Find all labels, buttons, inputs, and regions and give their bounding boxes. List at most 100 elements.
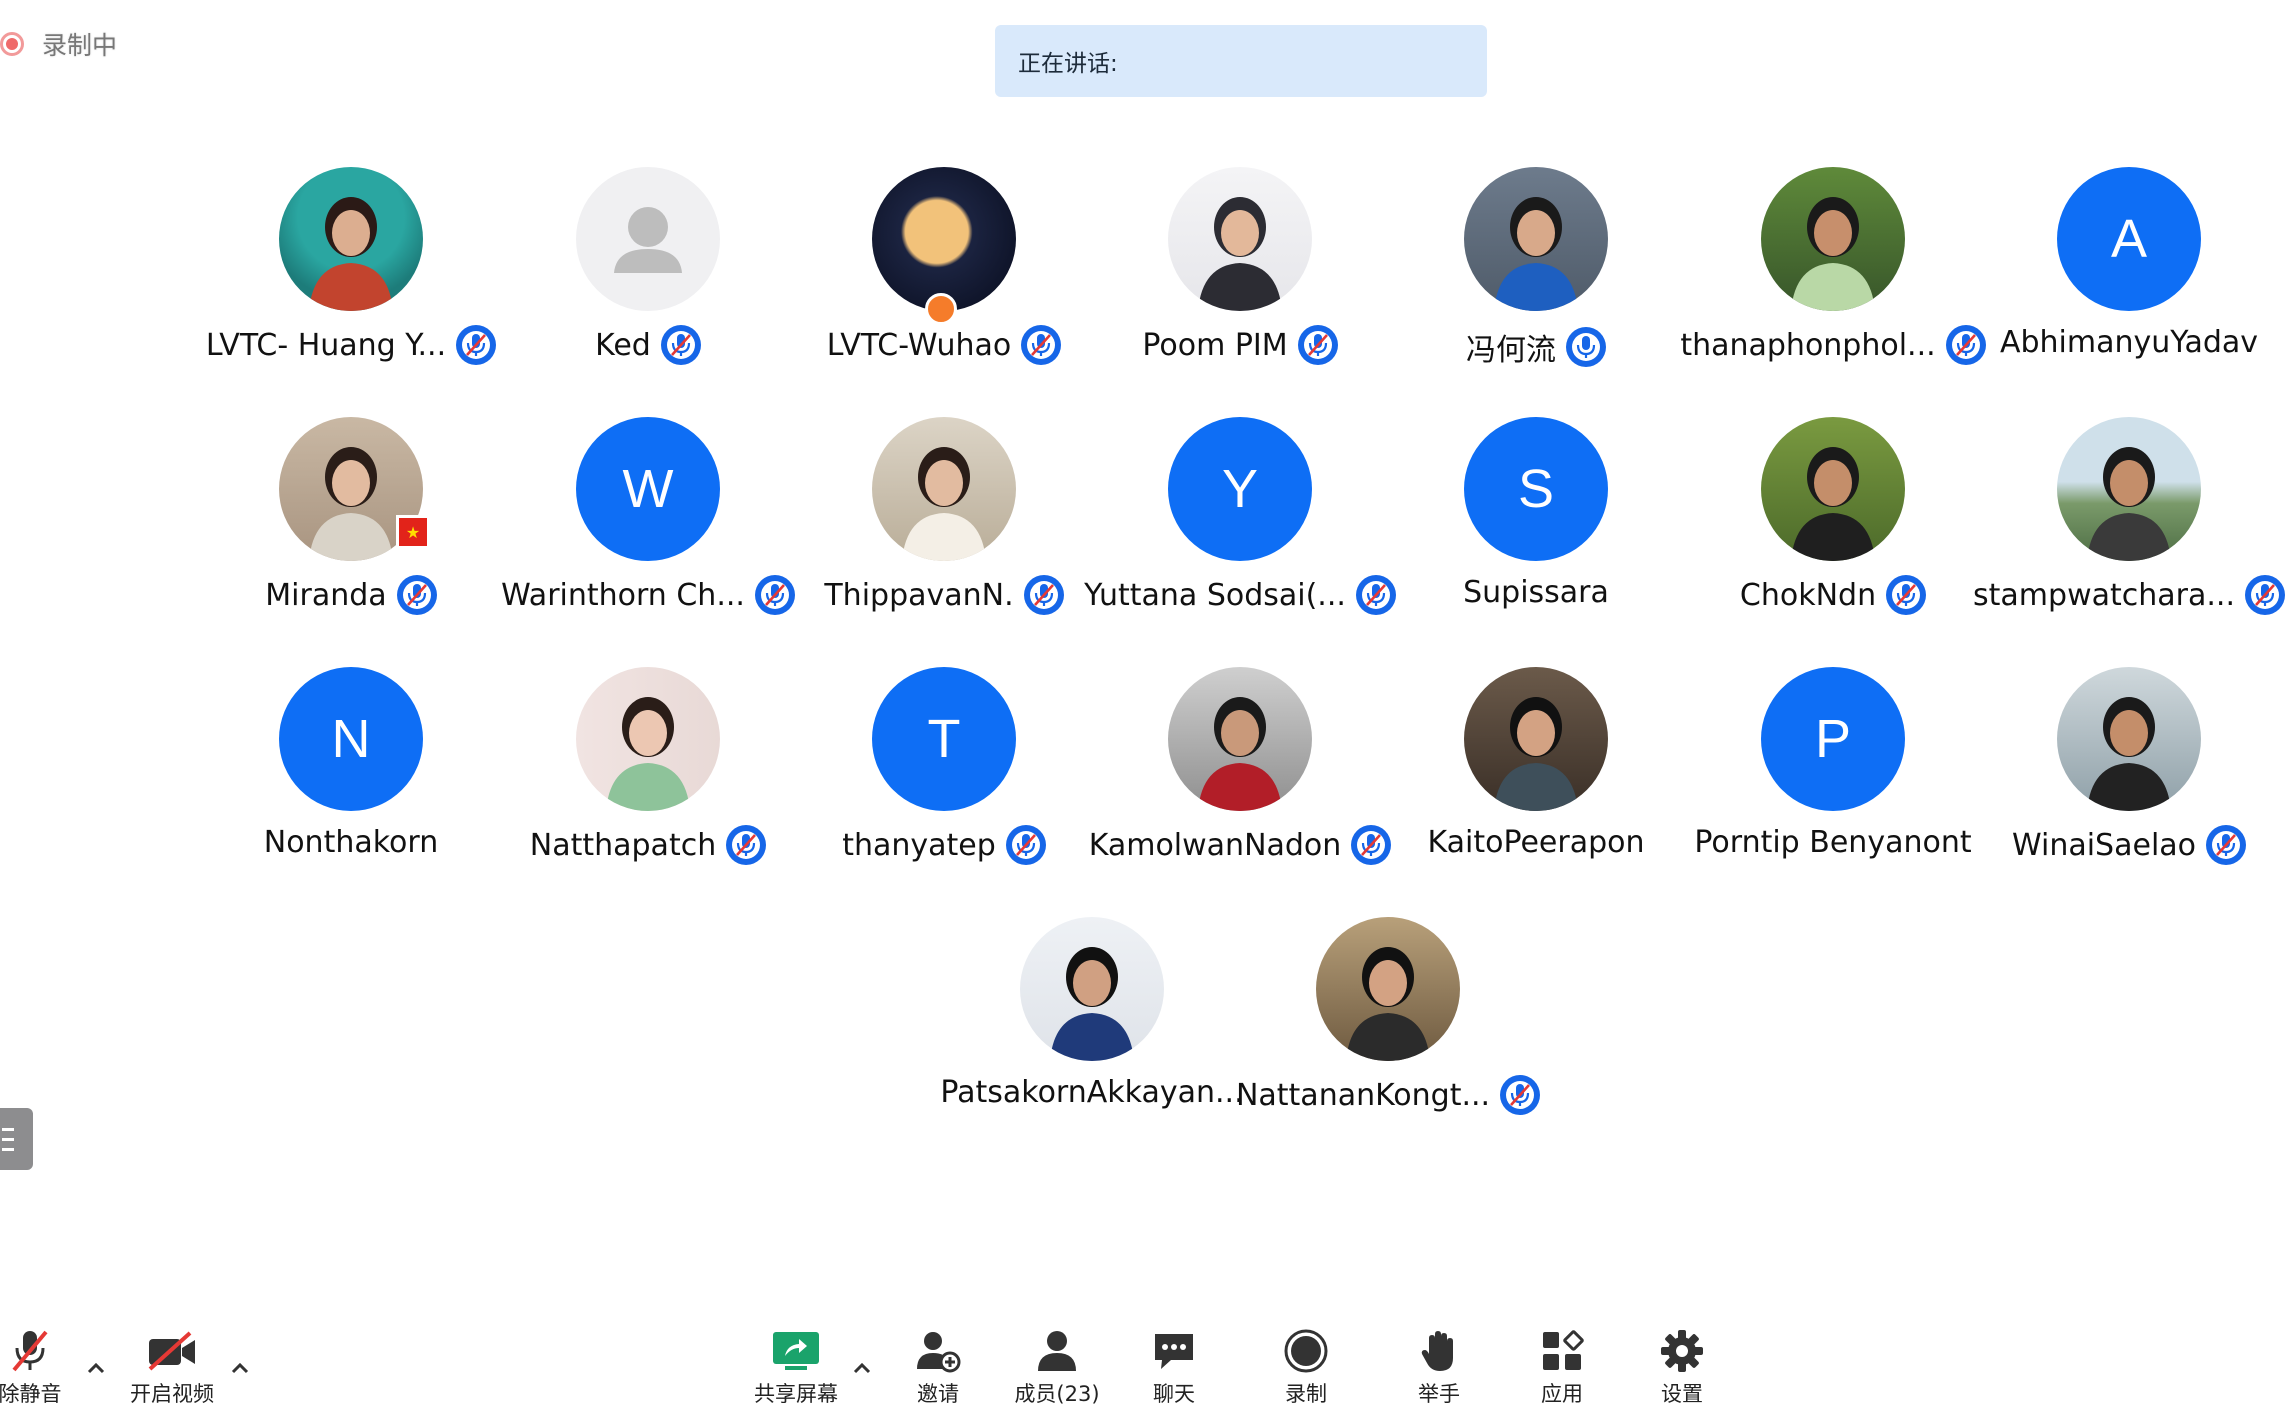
participant-tile[interactable]: stampwatchara...: [1973, 417, 2285, 657]
members-button[interactable]: 成员(23): [997, 1328, 1117, 1408]
video-off-icon: [144, 1328, 200, 1374]
participant-name-row: stampwatchara...: [1973, 575, 2285, 615]
mic-muted-icon: [1886, 575, 1927, 615]
participant-name: Natthapatch: [529, 827, 717, 863]
record-button[interactable]: 录制: [1246, 1328, 1366, 1408]
share-screen-button[interactable]: 共享屏幕: [736, 1328, 856, 1408]
mic-muted-icon: [726, 825, 767, 865]
share-screen-icon: [768, 1328, 824, 1374]
participant-tile[interactable]: LVTC-Wuhao: [799, 167, 1089, 407]
members-icon: [1029, 1328, 1085, 1374]
participant-tile[interactable]: S Supissara: [1391, 417, 1681, 657]
raise-hand-label: 举手: [1418, 1382, 1460, 1406]
participant-name-row: Ked: [503, 325, 793, 365]
mic-on-icon: [1566, 327, 1606, 367]
unmute-button[interactable]: 除静音: [0, 1328, 90, 1408]
participant-tile[interactable]: NattananKongt...: [1236, 917, 1541, 1157]
settings-button[interactable]: 设置: [1622, 1328, 1742, 1408]
mic-muted-icon: [660, 325, 701, 365]
participant-tile[interactable]: PatsakornAkkayan...: [940, 917, 1244, 1157]
avatar: P: [1761, 667, 1905, 811]
participant-name: LVTC- Huang Y...: [205, 327, 447, 363]
avatar: W: [576, 417, 720, 561]
apps-button[interactable]: 应用: [1502, 1328, 1622, 1408]
avatar: N: [279, 667, 423, 811]
participant-tile[interactable]: thanaphonphol...: [1680, 167, 1986, 407]
add-person-icon: [910, 1328, 966, 1374]
avatar: [576, 667, 720, 811]
mic-muted-icon: [754, 575, 795, 615]
participant-tile[interactable]: Poom PIM: [1095, 167, 1385, 407]
participant-tile[interactable]: Ked: [503, 167, 793, 407]
participant-tile[interactable]: N Nonthakorn: [206, 667, 496, 907]
participant-name: Poom PIM: [1142, 327, 1288, 363]
members-label: 成员(23): [1014, 1382, 1100, 1406]
video-options-chevron-icon[interactable]: [227, 1355, 253, 1381]
participant-name-row: thanaphonphol...: [1680, 325, 1986, 365]
active-speaker-banner: 正在讲话:: [995, 25, 1487, 97]
participant-name: ChokNdn: [1739, 577, 1877, 613]
mic-muted-icon: [1005, 825, 1046, 865]
participant-name: 冯何流: [1466, 333, 1556, 368]
participant-name: thanyatep: [842, 827, 996, 863]
participant-tile[interactable]: Natthapatch: [503, 667, 793, 907]
share-options-chevron-icon[interactable]: [849, 1355, 875, 1381]
participant-tile[interactable]: 冯何流: [1391, 167, 1681, 407]
avatar: [1464, 667, 1608, 811]
participant-name: KamolwanNadon: [1088, 827, 1342, 863]
avatar: S: [1464, 417, 1608, 561]
default-avatar-icon: [576, 167, 720, 311]
participant-name-row: LVTC- Huang Y...: [205, 325, 497, 365]
participant-name: Nonthakorn: [263, 825, 439, 860]
avatar: [1168, 167, 1312, 311]
invite-button[interactable]: 邀请: [878, 1328, 998, 1408]
participant-name-row: ChokNdn: [1688, 575, 1978, 615]
avatar: [1761, 417, 1905, 561]
participant-name: Yuttana Sodsai(...: [1084, 577, 1346, 613]
participant-tile[interactable]: ChokNdn: [1688, 417, 1978, 657]
chat-button[interactable]: 聊天: [1114, 1328, 1234, 1408]
side-panel-toggle[interactable]: [0, 1108, 33, 1170]
raise-hand-button[interactable]: 举手: [1379, 1328, 1499, 1408]
share-screen-label: 共享屏幕: [754, 1382, 838, 1406]
participant-name-row: Supissara: [1391, 575, 1681, 610]
chat-label: 聊天: [1153, 1382, 1195, 1406]
participant-tile[interactable]: KaitoPeerapon: [1391, 667, 1681, 907]
apps-label: 应用: [1541, 1382, 1583, 1406]
recording-label: 录制中: [42, 31, 118, 60]
participant-name: ThippavanN.: [824, 577, 1014, 613]
record-icon: [1278, 1328, 1334, 1374]
avatar: A: [2057, 167, 2201, 311]
participant-tile[interactable]: ★ Miranda: [206, 417, 496, 657]
start-video-button[interactable]: 开启视频: [112, 1328, 232, 1408]
participant-tile[interactable]: Tthanyatep: [799, 667, 1089, 907]
participant-name-row: Miranda: [206, 575, 496, 615]
participant-name-row: Natthapatch: [503, 825, 793, 865]
participant-name: Porntip Benyanont: [1694, 825, 1972, 860]
participant-tile[interactable]: W Warinthorn Ch...: [501, 417, 795, 657]
participant-name: KaitoPeerapon: [1427, 825, 1645, 860]
participant-name-row: WinaiSaelao: [1984, 825, 2274, 865]
participant-name: Supissara: [1463, 575, 1609, 610]
participant-tile[interactable]: LVTC- Huang Y...: [205, 167, 497, 407]
participant-name: Warinthorn Ch...: [501, 577, 745, 613]
participant-tile[interactable]: A AbhimanyuYadav: [1984, 167, 2274, 407]
avatar: [872, 167, 1016, 311]
participant-name: AbhimanyuYadav: [1999, 325, 2259, 360]
avatar: [1020, 917, 1164, 1061]
host-icon: [925, 293, 957, 325]
participant-tile[interactable]: Y Yuttana Sodsai(...: [1084, 417, 1396, 657]
participant-tile[interactable]: KamolwanNadon: [1089, 667, 1392, 907]
mic-muted-icon: [2206, 825, 2247, 865]
participant-tile[interactable]: WinaiSaelao: [1984, 667, 2274, 907]
audio-options-chevron-icon[interactable]: [83, 1355, 109, 1381]
participant-tile[interactable]: ThippavanN.: [799, 417, 1089, 657]
settings-label: 设置: [1661, 1382, 1703, 1406]
invite-label: 邀请: [917, 1382, 959, 1406]
avatar: [1168, 667, 1312, 811]
apps-icon: [1534, 1328, 1590, 1374]
mic-muted-icon: [1021, 325, 1062, 365]
mic-muted-icon: [1297, 325, 1338, 365]
participant-tile[interactable]: P Porntip Benyanont: [1688, 667, 1978, 907]
mic-muted-icon: [2244, 575, 2285, 615]
